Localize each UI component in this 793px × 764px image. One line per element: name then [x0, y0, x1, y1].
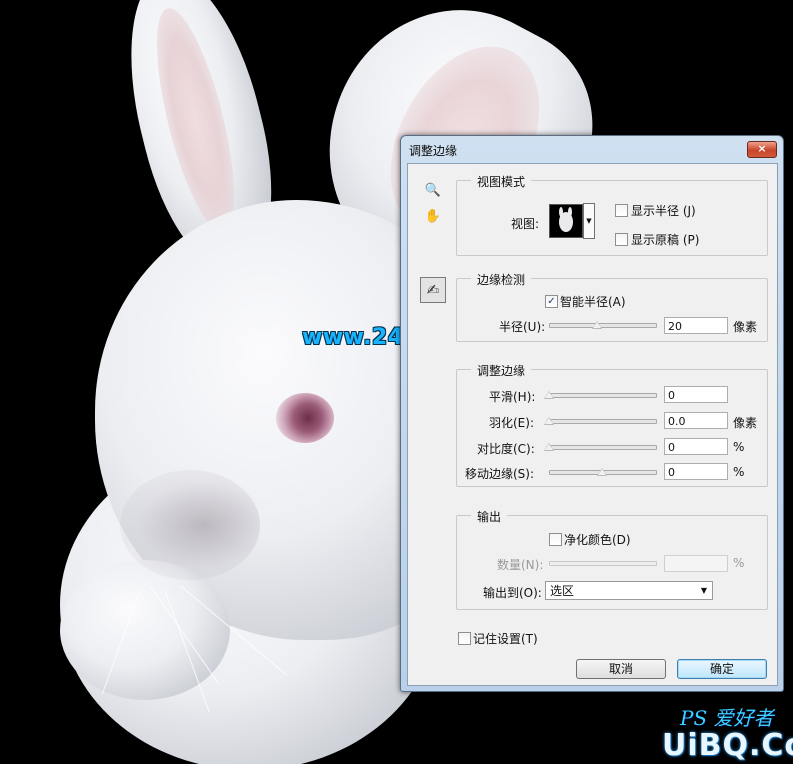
shift-edge-label: 移动边缘(S):: [465, 467, 535, 481]
contrast-unit: %: [733, 440, 745, 454]
adjust-edge-title: 调整边缘: [471, 362, 532, 379]
ps-logo-watermark: PS 爱好者: [680, 706, 774, 730]
contrast-label: 对比度(C):: [477, 442, 535, 456]
amount-slider-track[interactable]: [549, 561, 657, 566]
rabbit-paw: [60, 560, 230, 700]
view-label: 视图:: [511, 217, 540, 231]
feather-label: 羽化(E):: [489, 416, 534, 430]
rabbit-eye: [276, 393, 334, 443]
contrast-slider-track[interactable]: [549, 445, 657, 450]
edge-detection-title: 边缘检测: [471, 271, 532, 288]
contrast-input[interactable]: 0: [664, 438, 728, 455]
chevron-down-icon: ▼: [700, 586, 707, 595]
radius-slider-track[interactable]: [549, 323, 657, 328]
show-original-checkbox[interactable]: [615, 233, 628, 246]
contrast-slider-thumb[interactable]: [544, 443, 554, 451]
smart-radius-label: 智能半径(A): [560, 295, 626, 309]
dialog-body: 🔍 ✋ ✍ 视图模式 视图: ▼ 显示半径 (J) 显示原稿 (P) 边缘检测: [407, 163, 778, 686]
view-mode-group: 视图模式 视图: ▼ 显示半径 (J) 显示原稿 (P): [456, 173, 768, 256]
output-to-select[interactable]: 选区 ▼: [545, 581, 713, 600]
uibq-watermark: UiBQ.CoM: [662, 728, 793, 763]
close-button[interactable]: ×: [747, 141, 777, 158]
output-title: 输出: [471, 508, 508, 525]
output-group: 输出 净化颜色(D) 数量(N): % 输出到(O): 选区 ▼: [456, 508, 768, 610]
refine-radius-brush-icon: ✍: [426, 281, 440, 299]
close-icon: ×: [757, 142, 767, 155]
amount-unit: %: [733, 556, 745, 570]
adjust-edge-group: 调整边缘 平滑(H): 0 羽化(E): 0.0 像素 对比度(C): 0 % …: [456, 362, 768, 487]
refine-radius-tool-button[interactable]: ✍: [420, 277, 446, 303]
view-thumbnail[interactable]: [549, 204, 583, 238]
show-original-label: 显示原稿 (P): [631, 233, 700, 247]
zoom-tool-button[interactable]: 🔍: [422, 178, 444, 200]
shift-edge-input[interactable]: 0: [664, 463, 728, 480]
feather-slider-thumb[interactable]: [544, 417, 554, 425]
edge-detection-group: 边缘检测 ✓ 智能半径(A) 半径(U): 20 像素: [456, 271, 768, 342]
radius-slider-thumb[interactable]: [592, 321, 602, 329]
hand-tool-button[interactable]: ✋: [422, 204, 444, 226]
amount-label: 数量(N):: [497, 558, 544, 572]
smooth-label: 平滑(H):: [489, 390, 536, 404]
shift-edge-slider-thumb[interactable]: [597, 468, 607, 476]
radius-input[interactable]: 20: [664, 317, 728, 334]
decontaminate-label: 净化颜色(D): [564, 533, 631, 547]
dialog-title: 调整边缘: [409, 144, 458, 158]
smart-radius-checkbox[interactable]: ✓: [545, 295, 558, 308]
smooth-input[interactable]: 0: [664, 386, 728, 403]
smooth-slider-track[interactable]: [549, 393, 657, 398]
decontaminate-checkbox[interactable]: [549, 533, 562, 546]
feather-input[interactable]: 0.0: [664, 412, 728, 429]
rabbit-nose: [120, 470, 260, 580]
view-dropdown-button[interactable]: ▼: [583, 203, 595, 239]
show-radius-checkbox[interactable]: [615, 204, 628, 217]
output-to-value: 选区: [550, 584, 575, 598]
output-to-label: 输出到(O):: [483, 586, 542, 600]
remember-settings-checkbox[interactable]: [458, 632, 471, 645]
radius-unit: 像素: [733, 320, 758, 334]
remember-settings-label: 记住设置(T): [473, 632, 538, 646]
refine-edge-dialog: 调整边缘 × 🔍 ✋ ✍ 视图模式 视图: ▼ 显示半径 (J) 显示原稿 (P: [400, 135, 784, 692]
shift-edge-unit: %: [733, 465, 745, 479]
chevron-down-icon: ▼: [586, 217, 592, 225]
amount-input[interactable]: [664, 555, 728, 572]
dialog-titlebar[interactable]: 调整边缘 ×: [401, 136, 783, 162]
feather-unit: 像素: [733, 416, 758, 430]
ok-button[interactable]: 确定: [677, 659, 767, 679]
feather-slider-track[interactable]: [549, 419, 657, 424]
smooth-slider-thumb[interactable]: [544, 391, 554, 399]
show-radius-label: 显示半径 (J): [631, 204, 696, 218]
hand-icon: ✋: [424, 209, 442, 224]
view-mode-title: 视图模式: [471, 173, 532, 190]
magnifier-icon: 🔍: [424, 183, 442, 198]
radius-label: 半径(U):: [499, 320, 546, 334]
cancel-button[interactable]: 取消: [576, 659, 666, 679]
